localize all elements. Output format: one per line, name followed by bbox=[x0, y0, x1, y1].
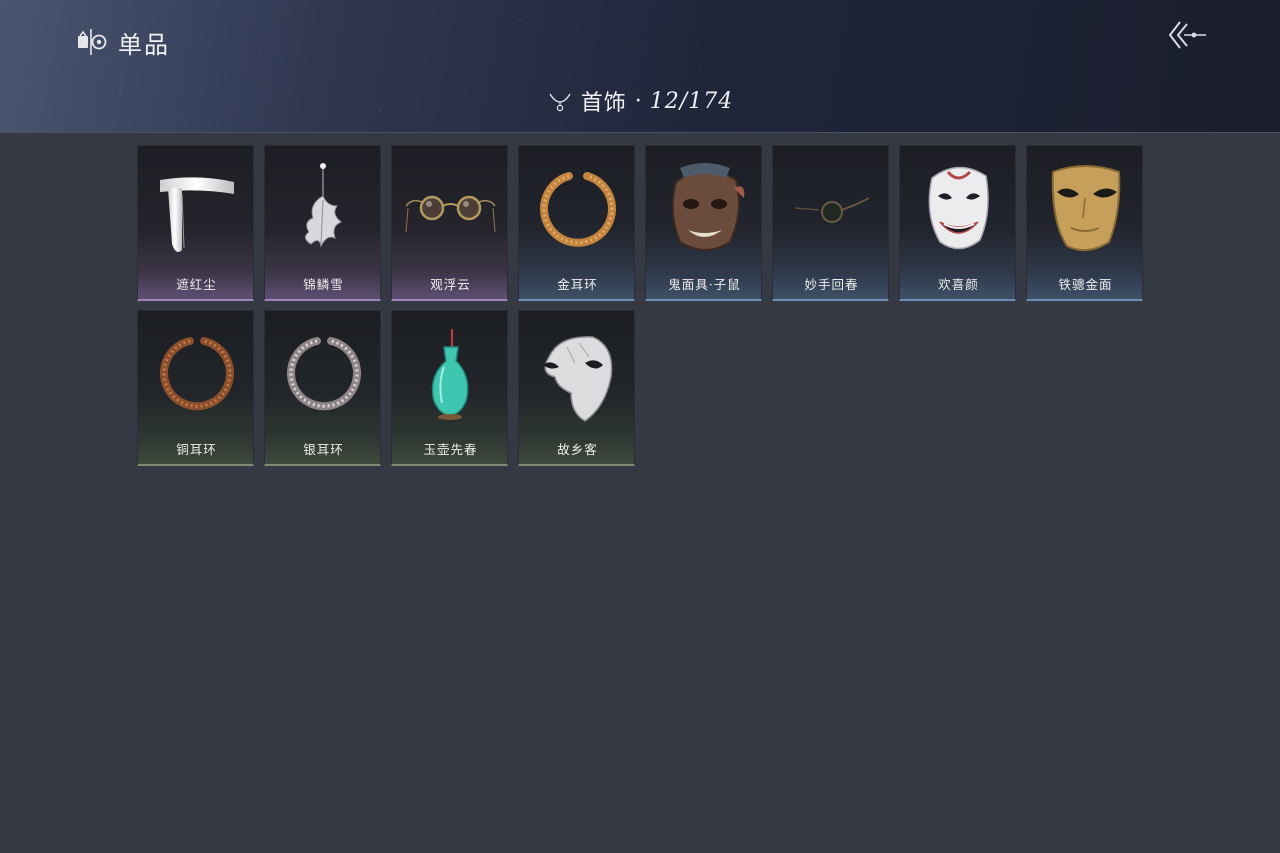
back-arrow-icon[interactable] bbox=[1166, 18, 1210, 52]
item-name: 锦鳞雪 bbox=[303, 277, 344, 292]
jade-vase-icon bbox=[431, 329, 469, 420]
category-label: 首饰 bbox=[580, 91, 627, 116]
item-card[interactable]: 观浮云 bbox=[391, 145, 508, 301]
item-card[interactable]: 玉壶先春 bbox=[391, 310, 508, 466]
item-grid: 遮红尘 锦鳞雪 观浮云 金耳环 鬼面具·子鼠 妙手回春 欢喜颜 铁骢金面 铜耳环… bbox=[137, 145, 1147, 466]
white-headband-icon bbox=[160, 177, 234, 252]
item-name: 鬼面具·子鼠 bbox=[668, 277, 741, 292]
item-card[interactable]: 金耳环 bbox=[518, 145, 635, 301]
item-name: 铜耳环 bbox=[176, 442, 217, 457]
item-name: 玉壶先春 bbox=[423, 442, 478, 457]
item-card[interactable]: 鬼面具·子鼠 bbox=[645, 145, 762, 301]
item-name: 观浮云 bbox=[430, 277, 471, 292]
item-card[interactable]: 故乡客 bbox=[518, 310, 635, 466]
title-group: 单品 bbox=[74, 24, 170, 60]
silver-leaf-earring-icon bbox=[305, 163, 342, 248]
smiling-opera-mask-icon bbox=[928, 166, 989, 250]
item-name: 金耳环 bbox=[557, 277, 598, 292]
rat-demon-mask-icon bbox=[671, 163, 745, 251]
category-separator: · bbox=[634, 88, 642, 114]
item-card[interactable]: 铁骢金面 bbox=[1026, 145, 1143, 301]
item-card[interactable]: 锦鳞雪 bbox=[264, 145, 381, 301]
collection-count: 12/174 bbox=[649, 88, 734, 114]
item-name: 铁骢金面 bbox=[1058, 277, 1113, 292]
item-card[interactable]: 银耳环 bbox=[264, 310, 381, 466]
item-card[interactable]: 欢喜颜 bbox=[899, 145, 1016, 301]
item-name: 遮红尘 bbox=[176, 277, 217, 292]
item-card[interactable]: 遮红尘 bbox=[137, 145, 254, 301]
item-name: 银耳环 bbox=[303, 442, 344, 457]
item-name: 欢喜颜 bbox=[938, 277, 979, 292]
collection-icon bbox=[78, 29, 107, 55]
category-heading: 首饰 · 12/174 bbox=[0, 84, 1280, 118]
item-card[interactable]: 铜耳环 bbox=[137, 310, 254, 466]
item-card[interactable]: 妙手回春 bbox=[772, 145, 889, 301]
spectacles-icon bbox=[794, 197, 870, 223]
item-name: 妙手回春 bbox=[804, 277, 859, 292]
top-bar: 单品 首饰 · 12/174 bbox=[0, 0, 1280, 133]
silver-earring-icon bbox=[287, 337, 361, 411]
gold-half-mask-icon bbox=[1051, 165, 1121, 252]
gold-earring-icon bbox=[540, 172, 616, 247]
necklace-icon bbox=[549, 93, 571, 112]
round-goggles-icon bbox=[405, 195, 496, 233]
item-name: 故乡客 bbox=[557, 442, 598, 457]
copper-earring-icon bbox=[160, 337, 234, 411]
page-title: 单品 bbox=[118, 30, 170, 59]
white-phantom-mask-icon bbox=[543, 336, 613, 422]
